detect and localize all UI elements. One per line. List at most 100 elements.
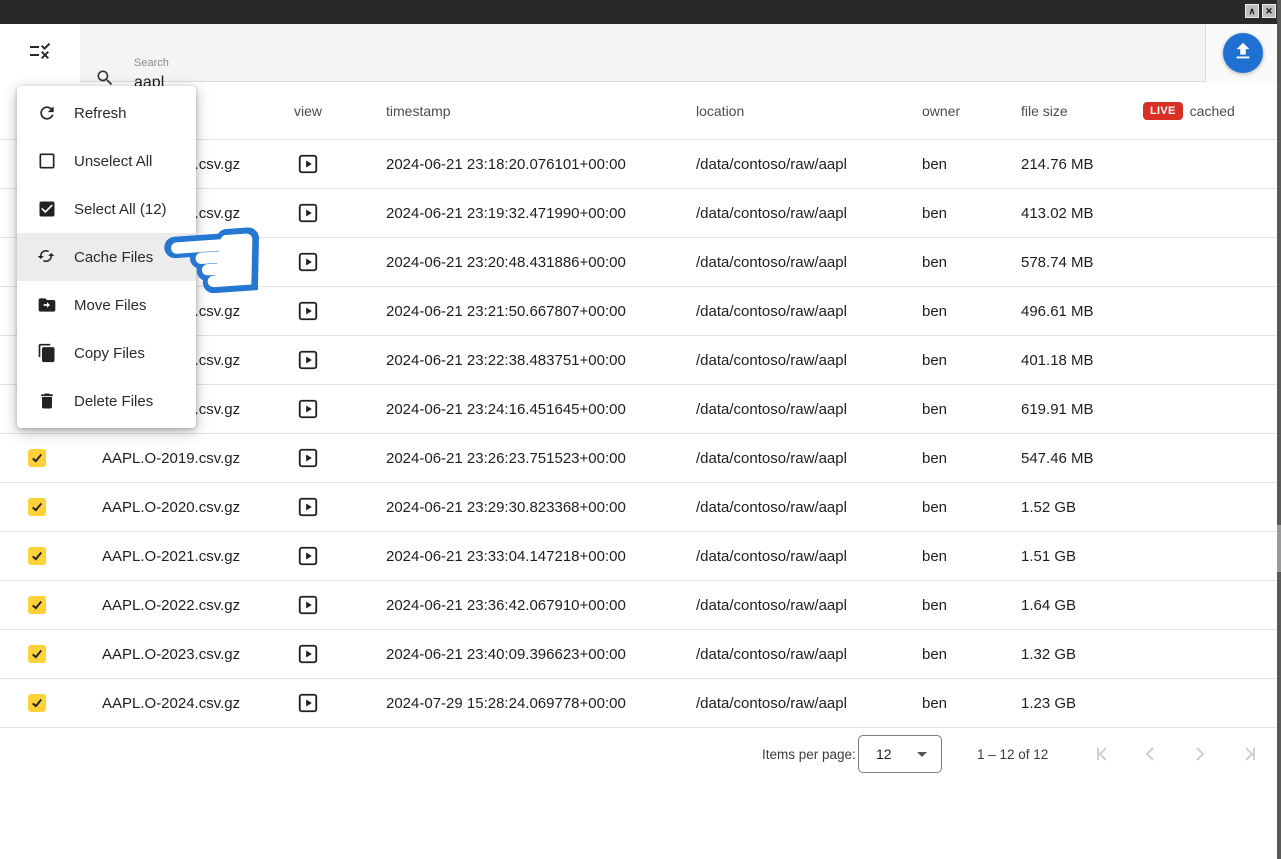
file-owner: ben [922,303,1021,320]
file-timestamp: 2024-06-21 23:22:38.483751+00:00 [386,352,696,369]
file-location: /data/contoso/raw/aapl [696,254,922,271]
menu-item-refresh[interactable]: Refresh [17,89,196,137]
file-size: 547.46 MB [1021,450,1143,467]
menu-item-cache-files[interactable]: Cache Files [17,233,196,281]
upload-button[interactable] [1223,33,1263,73]
menu-item-move-files[interactable]: Move Files [17,281,196,329]
view-file-button[interactable] [297,594,319,616]
scrollbar-thumb[interactable] [1277,525,1281,572]
file-name: AAPL.O-2024.csv.gz [84,695,276,712]
file-owner: ben [922,646,1021,663]
file-timestamp: 2024-06-21 23:29:30.823368+00:00 [386,499,696,516]
file-size: 578.74 MB [1021,254,1143,271]
file-location: /data/contoso/raw/aapl [696,303,922,320]
first-page-button[interactable] [1092,742,1116,766]
file-timestamp: 2024-06-21 23:26:23.751523+00:00 [386,450,696,467]
file-size: 496.61 MB [1021,303,1143,320]
menu-item-copy-files[interactable]: Copy Files [17,329,196,377]
table-row: AAPL.O-2023.csv.gz 2024-06-21 23:40:09.3… [0,630,1281,679]
window-close-button[interactable]: ✕ [1262,4,1276,18]
view-file-button[interactable] [297,251,319,273]
file-size: 1.32 GB [1021,646,1143,663]
items-per-page-value: 12 [876,746,892,762]
file-name: AAPL.O-2022.csv.gz [84,597,276,614]
selection-menu-button[interactable] [0,24,80,82]
file-size: 619.91 MB [1021,401,1143,418]
row-checkbox[interactable] [28,498,46,516]
refresh-icon [37,103,57,123]
live-badge: LIVE [1143,102,1183,120]
file-timestamp: 2024-06-21 23:33:04.147218+00:00 [386,548,696,565]
view-file-button[interactable] [297,398,319,420]
file-location: /data/contoso/raw/aapl [696,205,922,222]
previous-page-button[interactable] [1139,742,1163,766]
row-checkbox[interactable] [28,596,46,614]
row-checkbox[interactable] [28,547,46,565]
menu-item-unselect-all[interactable]: Unselect All [17,137,196,185]
view-file-button[interactable] [297,496,319,518]
chevron-down-icon [917,752,927,757]
file-location: /data/contoso/raw/aapl [696,646,922,663]
next-page-button[interactable] [1187,742,1211,766]
table-row: AAPL.O-2020.csv.gz 2024-06-21 23:29:30.8… [0,483,1281,532]
file-location: /data/contoso/raw/aapl [696,156,922,173]
file-size: 413.02 MB [1021,205,1143,222]
window-maximize-button[interactable]: ∧ [1245,4,1259,18]
file-location: /data/contoso/raw/aapl [696,548,922,565]
file-owner: ben [922,499,1021,516]
file-timestamp: 2024-06-21 23:19:32.471990+00:00 [386,205,696,222]
file-name: AAPL.O-2023.csv.gz [84,646,276,663]
window-title-bar: ∧ ✕ [0,0,1281,24]
table-row: AAPL.O-2022.csv.gz 2024-06-21 23:36:42.0… [0,581,1281,630]
view-file-button[interactable] [297,692,319,714]
rule-checklist-icon [28,39,52,68]
header-owner: owner [922,103,1021,119]
file-size: 401.18 MB [1021,352,1143,369]
row-checkbox[interactable] [28,449,46,467]
view-file-button[interactable] [297,153,319,175]
file-timestamp: 2024-06-21 23:24:16.451645+00:00 [386,401,696,418]
file-timestamp: 2024-06-21 23:18:20.076101+00:00 [386,156,696,173]
file-name: AAPL.O-2020.csv.gz [84,499,276,516]
file-location: /data/contoso/raw/aapl [696,597,922,614]
file-owner: ben [922,205,1021,222]
context-menu: Refresh Unselect All Select All (12) Cac… [17,86,196,428]
menu-item-select-all-12[interactable]: Select All (12) [17,185,196,233]
file-location: /data/contoso/raw/aapl [696,450,922,467]
file-timestamp: 2024-06-21 23:21:50.667807+00:00 [386,303,696,320]
file-location: /data/contoso/raw/aapl [696,499,922,516]
header-file-size: file size [1021,103,1143,119]
file-owner: ben [922,352,1021,369]
move-files-icon [37,295,57,315]
file-location: /data/contoso/raw/aapl [696,695,922,712]
view-file-button[interactable] [297,202,319,224]
view-file-button[interactable] [297,447,319,469]
view-file-button[interactable] [297,643,319,665]
file-owner: ben [922,401,1021,418]
header-location: location [696,103,922,119]
items-per-page-select[interactable]: 12 [858,735,942,773]
view-file-button[interactable] [297,545,319,567]
search-field-label: Search [134,57,169,69]
menu-item-delete-files[interactable]: Delete Files [17,377,196,425]
header-view: view [276,103,386,119]
file-name: AAPL.O-2019.csv.gz [84,450,276,467]
table-row: AAPL.O-2024.csv.gz 2024-07-29 15:28:24.0… [0,679,1281,728]
toolbar: Search aapl [0,24,1281,82]
file-timestamp: 2024-06-21 23:36:42.067910+00:00 [386,597,696,614]
copy-files-icon [37,343,57,363]
last-page-button[interactable] [1236,742,1260,766]
row-checkbox[interactable] [28,694,46,712]
view-file-button[interactable] [297,349,319,371]
file-name: AAPL.O-2021.csv.gz [84,548,276,565]
file-owner: ben [922,254,1021,271]
file-timestamp: 2024-06-21 23:20:48.431886+00:00 [386,254,696,271]
view-file-button[interactable] [297,300,319,322]
file-owner: ben [922,548,1021,565]
file-size: 1.64 GB [1021,597,1143,614]
file-owner: ben [922,156,1021,173]
file-timestamp: 2024-07-29 15:28:24.069778+00:00 [386,695,696,712]
table-row: AAPL.O-2021.csv.gz 2024-06-21 23:33:04.1… [0,532,1281,581]
row-checkbox[interactable] [28,645,46,663]
file-location: /data/contoso/raw/aapl [696,352,922,369]
